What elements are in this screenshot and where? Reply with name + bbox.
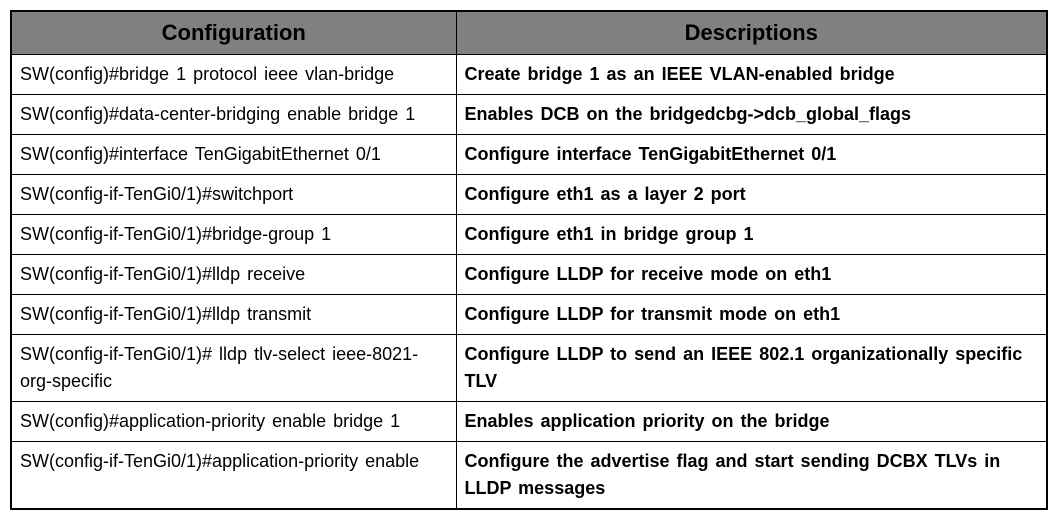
desc-cell: Enables application priority on the brid… [456, 402, 1047, 442]
config-cell: SW(config-if-TenGi0/1)#switchport [11, 175, 456, 215]
table-row: SW(config-if-TenGi0/1)#application-prior… [11, 442, 1047, 510]
header-descriptions: Descriptions [456, 11, 1047, 55]
table-row: SW(config-if-TenGi0/1)#switchport Config… [11, 175, 1047, 215]
desc-cell: Enables DCB on the bridgedcbg->dcb_globa… [456, 95, 1047, 135]
desc-cell: Configure the advertise flag and start s… [456, 442, 1047, 510]
table-row: SW(config)#data-center-bridging enable b… [11, 95, 1047, 135]
desc-cell: Configure eth1 in bridge group 1 [456, 215, 1047, 255]
table-row: SW(config-if-TenGi0/1)# lldp tlv-select … [11, 335, 1047, 402]
config-cell: SW(config-if-TenGi0/1)#bridge-group 1 [11, 215, 456, 255]
config-cell: SW(config)#application-priority enable b… [11, 402, 456, 442]
config-cell: SW(config-if-TenGi0/1)#lldp transmit [11, 295, 456, 335]
config-cell: SW(config)#data-center-bridging enable b… [11, 95, 456, 135]
desc-cell: Configure LLDP for receive mode on eth1 [456, 255, 1047, 295]
header-row: Configuration Descriptions [11, 11, 1047, 55]
config-cell: SW(config)#interface TenGigabitEthernet … [11, 135, 456, 175]
desc-cell: Configure LLDP for transmit mode on eth1 [456, 295, 1047, 335]
table-row: SW(config)#bridge 1 protocol ieee vlan-b… [11, 55, 1047, 95]
table-body: SW(config)#bridge 1 protocol ieee vlan-b… [11, 55, 1047, 510]
table-row: SW(config-if-TenGi0/1)#lldp transmit Con… [11, 295, 1047, 335]
config-cell: SW(config-if-TenGi0/1)#lldp receive [11, 255, 456, 295]
config-cell: SW(config-if-TenGi0/1)#application-prior… [11, 442, 456, 510]
table-row: SW(config-if-TenGi0/1)#bridge-group 1 Co… [11, 215, 1047, 255]
desc-cell: Configure eth1 as a layer 2 port [456, 175, 1047, 215]
desc-cell: Create bridge 1 as an IEEE VLAN-enabled … [456, 55, 1047, 95]
config-cell: SW(config-if-TenGi0/1)# lldp tlv-select … [11, 335, 456, 402]
header-configuration: Configuration [11, 11, 456, 55]
table-row: SW(config-if-TenGi0/1)#lldp receive Conf… [11, 255, 1047, 295]
desc-cell: Configure LLDP to send an IEEE 802.1 org… [456, 335, 1047, 402]
config-table: Configuration Descriptions SW(config)#br… [10, 10, 1048, 510]
table-row: SW(config)#interface TenGigabitEthernet … [11, 135, 1047, 175]
table-row: SW(config)#application-priority enable b… [11, 402, 1047, 442]
config-cell: SW(config)#bridge 1 protocol ieee vlan-b… [11, 55, 456, 95]
desc-cell: Configure interface TenGigabitEthernet 0… [456, 135, 1047, 175]
